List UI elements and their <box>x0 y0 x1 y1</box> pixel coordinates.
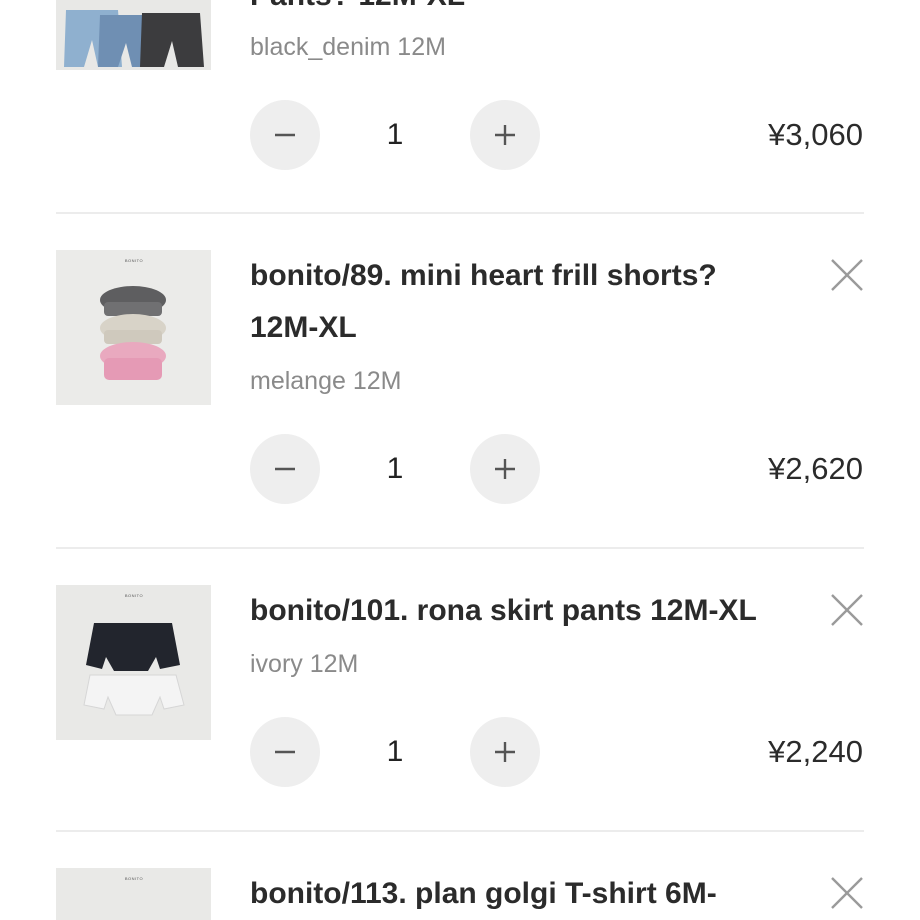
product-title-line: 12M-XL <box>250 311 357 344</box>
item-price: ¥2,240 <box>768 734 863 769</box>
product-title-line: bonito/89. mini heart frill shorts? <box>250 259 717 292</box>
product-thumbnail[interactable] <box>56 0 211 70</box>
minus-icon <box>275 750 295 754</box>
product-title[interactable]: Pants? 12M-XL <box>250 0 795 22</box>
product-title[interactable]: bonito/89. mini heart frill shorts? 12M-… <box>250 250 795 354</box>
decrease-quantity-button[interactable] <box>250 434 320 504</box>
item-price: ¥3,060 <box>768 117 863 152</box>
quantity-value: 1 <box>386 452 404 485</box>
product-title[interactable]: bonito/113. plan golgi T-shirt 6M- <box>250 868 795 920</box>
plus-icon <box>495 125 515 145</box>
plus-icon <box>495 742 515 762</box>
remove-item-button[interactable] <box>828 256 866 294</box>
close-icon <box>831 594 863 626</box>
brand-label: BONITO <box>124 593 144 598</box>
minus-icon <box>275 133 295 137</box>
product-thumbnail[interactable]: BONITO <box>56 585 211 740</box>
product-thumbnail[interactable]: BONITO <box>56 868 211 920</box>
close-icon <box>831 259 863 291</box>
item-divider <box>56 547 864 549</box>
plus-icon <box>495 459 515 479</box>
brand-label: BONITO <box>124 876 144 881</box>
frill-shorts-image <box>56 250 211 405</box>
increase-quantity-button[interactable] <box>470 434 540 504</box>
remove-item-button[interactable] <box>828 591 866 629</box>
product-variant: black_denim 12M <box>250 33 446 61</box>
close-icon <box>831 877 863 909</box>
product-variant: melange 12M <box>250 367 402 395</box>
item-divider <box>56 830 864 832</box>
increase-quantity-button[interactable] <box>470 100 540 170</box>
remove-item-button[interactable] <box>828 874 866 912</box>
quantity-value: 1 <box>386 735 404 768</box>
decrease-quantity-button[interactable] <box>250 100 320 170</box>
product-variant: ivory 12M <box>250 650 359 678</box>
brand-label: BONITO <box>124 258 144 263</box>
product-thumbnail[interactable]: BONITO <box>56 250 211 405</box>
item-divider <box>56 212 864 214</box>
item-price: ¥2,620 <box>768 451 863 486</box>
decrease-quantity-button[interactable] <box>250 717 320 787</box>
minus-icon <box>275 467 295 471</box>
denim-shorts-image <box>56 0 211 70</box>
quantity-value: 1 <box>386 118 404 151</box>
skirt-pants-image <box>56 585 211 740</box>
increase-quantity-button[interactable] <box>470 717 540 787</box>
product-title[interactable]: bonito/101. rona skirt pants 12M-XL <box>250 585 795 637</box>
